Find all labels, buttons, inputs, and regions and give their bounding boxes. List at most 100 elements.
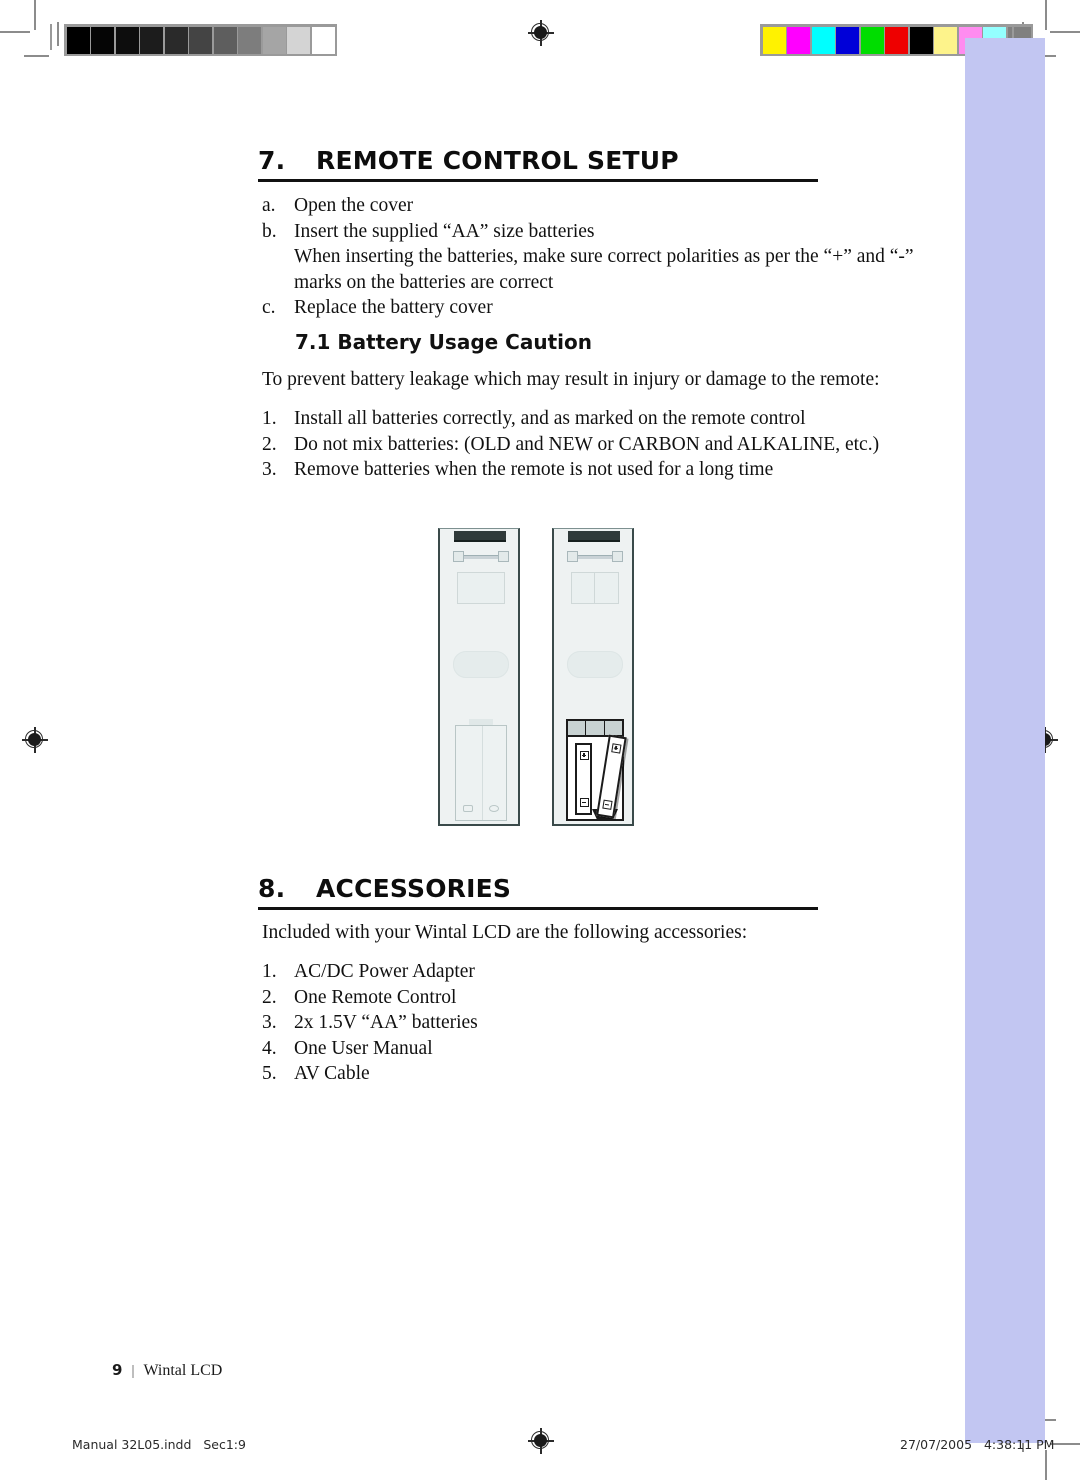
list-item: 2. Do not mix batteries: (OLD and NEW or … <box>262 432 879 458</box>
color-patch <box>762 26 786 54</box>
section-number: 8. <box>258 874 286 903</box>
list-item-text: 2x 1.5V “AA” batteries <box>294 1012 478 1033</box>
grayscale-patch <box>262 26 286 54</box>
page-footer: 9 | Wintal LCD <box>112 1361 222 1380</box>
section-title: ACCESSORIES <box>316 874 512 903</box>
list-item-text: AC/DC Power Adapter <box>294 961 475 982</box>
section-number: 7. <box>258 146 286 175</box>
grayscale-patch <box>311 26 335 54</box>
list-item-marker: 2. <box>262 986 277 1008</box>
list-item-text: Remove batteries when the remote is not … <box>294 459 774 480</box>
list-item-text: One User Manual <box>294 1037 433 1059</box>
list-item-text: Open the cover <box>294 195 414 216</box>
setup-steps-list: a. Open the cover b. Insert the supplied “A… <box>262 193 914 321</box>
list-item: marks on the batteries are correct <box>262 270 914 296</box>
list-item-marker: b. <box>262 220 277 242</box>
battery-seated <box>575 743 592 815</box>
grayscale-patch <box>140 26 163 54</box>
list-item: 2. One Remote Control <box>262 985 478 1011</box>
list-item-text: marks on the batteries are correct <box>294 271 554 293</box>
accessories-list: 1. AC/DC Power Adapter 2. One Remote Contro… <box>262 959 478 1087</box>
list-item: 3. 2x 1.5V “AA” batteries <box>262 1010 478 1036</box>
footer-divider: | <box>131 1363 135 1379</box>
list-item: b. Insert the supplied “AA” size batterie… <box>262 219 914 245</box>
battery-compartment-open <box>566 719 627 821</box>
registration-target-top-center <box>528 20 554 46</box>
list-item-marker: 2. <box>262 433 277 455</box>
crop-mark-top-left-horizontal <box>0 31 30 33</box>
section-heading-accessories: 8. ACCESSORIES <box>258 874 818 910</box>
print-slug-filename: Manual 32L05.indd Sec1:9 <box>72 1437 246 1452</box>
grayscale-patch <box>189 26 212 54</box>
list-item: a. Open the cover <box>262 193 914 219</box>
subsection-heading-battery-usage-caution: 7.1 Battery Usage Caution <box>295 330 592 354</box>
print-slug-timestamp: 27/07/2005 4:38:11 PM <box>900 1437 1055 1452</box>
bleed-band <box>965 38 1045 1443</box>
center-button-cluster <box>567 651 623 678</box>
color-patch <box>787 26 810 54</box>
battery-cover-closed <box>455 725 507 821</box>
page-number: 9 <box>112 1361 123 1379</box>
list-item: When inserting the batteries, make sure … <box>262 244 914 270</box>
list-item: 1. AC/DC Power Adapter <box>262 959 478 985</box>
grayscale-patch <box>91 26 114 54</box>
footer-document-title: Wintal LCD <box>143 1362 223 1379</box>
list-item-marker: 3. <box>262 1012 277 1033</box>
list-item-marker: c. <box>262 297 276 318</box>
top-button-pair <box>567 551 623 562</box>
grayscale-calibration-strip <box>64 24 337 56</box>
ir-window <box>454 531 506 542</box>
center-button-cluster <box>453 651 509 678</box>
crop-mark-bottom-right-horizontal <box>1050 1443 1080 1445</box>
color-patch <box>860 26 884 54</box>
grayscale-patch <box>66 26 90 54</box>
list-item-text: Install all batteries correctly, and as … <box>294 408 806 429</box>
registration-target-bottom-center <box>528 1428 554 1454</box>
list-item-text: One Remote Control <box>294 986 457 1008</box>
crop-mark-top-left-vertical <box>34 0 36 30</box>
grayscale-patch <box>164 26 188 54</box>
remote-closed-cover-view <box>438 528 520 826</box>
color-patch <box>934 26 957 54</box>
crop-mark-top-left-inner <box>57 22 59 46</box>
crop-mark-bottom-right-vertical <box>1045 1450 1047 1480</box>
ir-window <box>568 531 620 542</box>
list-item: 5. AV Cable <box>262 1061 478 1087</box>
grayscale-strip-tick <box>50 24 52 50</box>
crop-mark-top-right-horizontal <box>1050 31 1080 33</box>
section-rule <box>258 907 818 910</box>
color-patch <box>836 26 859 54</box>
section-rule <box>258 179 818 182</box>
grayscale-patch <box>213 26 237 54</box>
remote-control-illustration <box>438 528 638 826</box>
color-patch <box>885 26 908 54</box>
list-item-text: When inserting the batteries, make sure … <box>294 246 914 267</box>
list-item-marker: 1. <box>262 408 277 429</box>
remote-open-cover-view <box>552 528 634 826</box>
registration-target-left-middle <box>22 727 48 753</box>
upper-button-panel <box>571 572 619 604</box>
crop-mark-top-left-bleed <box>24 55 49 57</box>
grayscale-patch <box>115 26 139 54</box>
crop-mark-top-right-vertical <box>1045 0 1047 30</box>
list-item-text: AV Cable <box>294 1063 370 1084</box>
list-item: 4. One User Manual <box>262 1036 478 1062</box>
grayscale-patch <box>287 26 310 54</box>
list-item-marker: 1. <box>262 961 277 982</box>
manual-page: 7. REMOTE CONTROL SETUP a. Open the cover… <box>0 0 1080 1480</box>
grayscale-patch <box>238 26 261 54</box>
list-item-marker: a. <box>262 195 276 216</box>
list-item-marker: 4. <box>262 1037 277 1059</box>
list-item: c. Replace the battery cover <box>262 295 914 321</box>
accessories-intro: Included with your Wintal LCD are the fo… <box>262 922 748 943</box>
list-item-text: Do not mix batteries: (OLD and NEW or CA… <box>294 433 880 455</box>
color-patch <box>811 26 835 54</box>
section-heading-remote-control-setup: 7. REMOTE CONTROL SETUP <box>258 146 818 182</box>
list-item-text: Insert the supplied “AA” size batteries <box>294 220 595 242</box>
color-patch <box>909 26 933 54</box>
top-button-pair <box>453 551 509 562</box>
battery-caution-intro: To prevent battery leakage which may res… <box>262 369 880 390</box>
upper-button-panel <box>457 572 505 604</box>
list-item-marker: 3. <box>262 459 277 480</box>
list-item-marker: 5. <box>262 1063 277 1084</box>
